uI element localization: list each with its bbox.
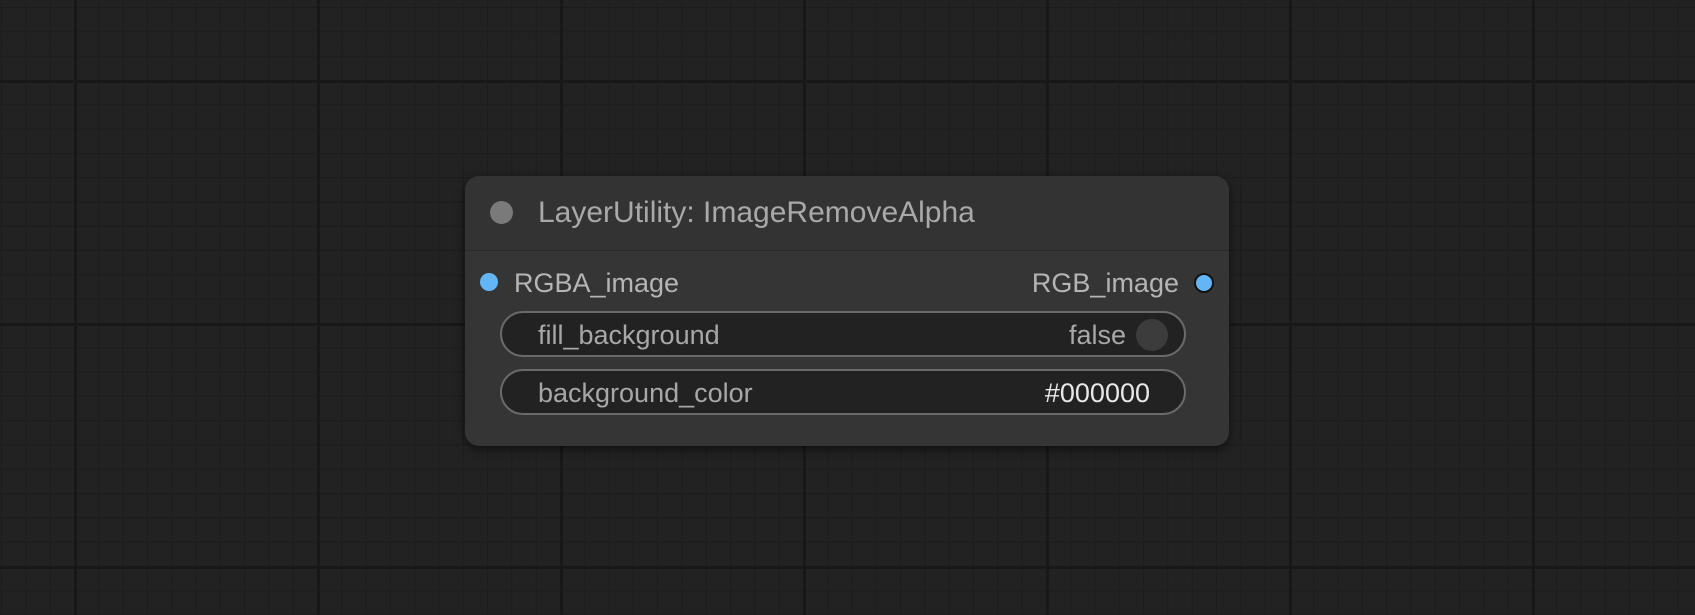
background-color-value: #000000 [1044, 378, 1150, 408]
node-layerutility-imageremovealpha[interactable]: LayerUtility: ImageRemoveAlpha RGBA_imag… [465, 176, 1229, 446]
fill-background-value: false [1068, 320, 1126, 350]
output-slot-rgb-image-label: RGB_image [1031, 268, 1179, 298]
output-slot-rgb-image-dot[interactable] [1194, 273, 1214, 293]
background-color-label: background_color [538, 378, 753, 408]
input-slot-rgba-image-label: RGBA_image [514, 268, 680, 298]
fill-background-label: fill_background [538, 320, 720, 350]
fill-background-toggle[interactable]: fill_background false [500, 311, 1186, 357]
node-title-bar[interactable]: LayerUtility: ImageRemoveAlpha [465, 176, 1229, 251]
node-title: LayerUtility: ImageRemoveAlpha [538, 196, 975, 229]
collapse-dot-icon[interactable] [490, 201, 513, 224]
toggle-knob-icon[interactable] [1136, 319, 1168, 351]
input-slot-rgba-image-dot[interactable] [480, 273, 498, 291]
graph-canvas[interactable]: LayerUtility: ImageRemoveAlpha RGBA_imag… [0, 0, 1695, 615]
background-color-field[interactable]: background_color #000000 [500, 369, 1186, 415]
